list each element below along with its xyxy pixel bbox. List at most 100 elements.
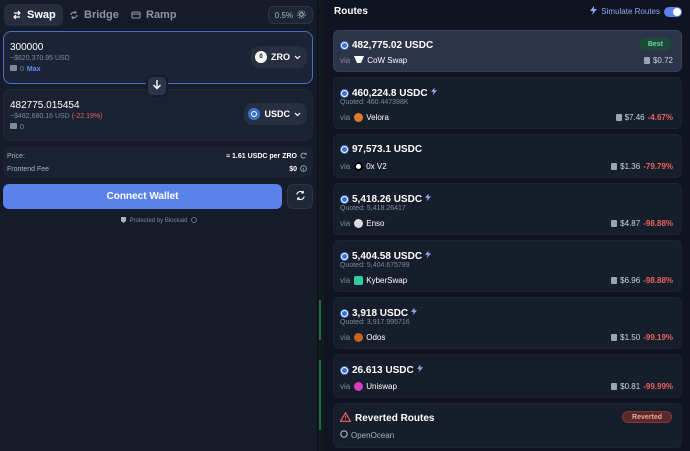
tab-bridge[interactable]: Bridge bbox=[68, 4, 119, 26]
pay-balance-value: 0 bbox=[20, 65, 24, 73]
gas-pump-icon bbox=[611, 334, 618, 341]
route-gas: $0.72 bbox=[643, 56, 673, 65]
refresh-quotes-button[interactable] bbox=[287, 184, 313, 209]
zerox-icon bbox=[354, 162, 364, 171]
usdc-icon bbox=[340, 145, 349, 154]
route-amount-text: 97,573.1 USDC bbox=[352, 144, 423, 155]
usdc-icon bbox=[340, 41, 349, 50]
lightning-icon bbox=[425, 193, 432, 205]
route-card[interactable]: 460,224.8 USDC Quoted: 460.447398K via Ve… bbox=[333, 77, 682, 129]
enso-icon bbox=[354, 219, 364, 228]
gas-value: $0.72 bbox=[652, 56, 673, 65]
slippage-button[interactable]: 0.5% bbox=[267, 6, 313, 24]
route-card[interactable]: 5,404.58 USDC Quoted: 5,404.675789 via Ky… bbox=[333, 240, 682, 292]
route-provider: Odos bbox=[354, 333, 385, 342]
route-quoted: Quoted: 3,917.995716 bbox=[340, 319, 410, 326]
info-icon[interactable] bbox=[190, 217, 197, 225]
route-amount-text: 482,775.02 USDC bbox=[352, 40, 434, 51]
route-card[interactable]: 5,418.26 USDC Quoted: 5,418.26417 via Ens… bbox=[333, 183, 682, 235]
max-button[interactable]: Max bbox=[27, 66, 41, 73]
receive-amount: 482775.015454 bbox=[10, 100, 80, 111]
receive-balance-value: 0 bbox=[20, 123, 24, 131]
via-label: via bbox=[340, 276, 351, 285]
gas-value: $6.96 bbox=[620, 276, 641, 285]
route-via: via Uniswap bbox=[340, 382, 397, 391]
wallet-icon bbox=[10, 65, 17, 73]
route-provider: KyberSwap bbox=[354, 276, 407, 285]
gas-value: $1.36 bbox=[620, 162, 641, 171]
route-amount: 97,573.1 USDC bbox=[340, 144, 422, 155]
lightning-icon bbox=[430, 87, 437, 99]
route-amount: 5,418.26 USDC bbox=[340, 193, 432, 205]
simulate-routes-toggle[interactable]: Simulate Routes bbox=[590, 6, 682, 17]
switch-direction-button[interactable] bbox=[146, 75, 168, 97]
route-card[interactable]: 482,775.02 USDC Best via CoW Swap $0.72 bbox=[333, 30, 682, 72]
lightning-icon bbox=[425, 250, 432, 262]
frontend-fee-value-wrap: $0 bbox=[289, 164, 307, 174]
frontend-fee-label: Frontend Fee bbox=[7, 165, 50, 173]
route-via: via KyberSwap bbox=[340, 276, 407, 285]
reverted-provider-name: OpenOcean bbox=[351, 430, 395, 440]
gas-value: $1.50 bbox=[620, 333, 641, 342]
route-amount: 3,918 USDC bbox=[340, 307, 418, 319]
route-card[interactable]: 3,918 USDC Quoted: 3,917.995716 via Odos … bbox=[333, 297, 682, 349]
route-amount-text: 460,224.8 USDC bbox=[352, 87, 428, 99]
tab-ramp[interactable]: Ramp bbox=[130, 4, 177, 26]
chevron-down-icon bbox=[294, 52, 301, 62]
reverted-title: Reverted Routes bbox=[339, 411, 435, 425]
tab-swap[interactable]: Swap bbox=[4, 4, 63, 26]
uniswap-icon bbox=[354, 382, 364, 391]
simulate-routes-label: Simulate Routes bbox=[601, 7, 660, 16]
provider-name: CoW Swap bbox=[367, 56, 408, 65]
info-icon[interactable] bbox=[300, 164, 307, 174]
price-impact: (-22.19%) bbox=[71, 113, 103, 120]
route-card[interactable]: 26.613 USDC via Uniswap $0.81 -99.99% bbox=[333, 354, 682, 398]
refresh-icon bbox=[295, 188, 306, 206]
bridge-icon bbox=[68, 9, 80, 21]
reverted-routes-card[interactable]: Reverted Routes Reverted OpenOcean bbox=[333, 403, 682, 448]
route-diff-pct: -4.67% bbox=[647, 113, 673, 122]
route-via: via Enso bbox=[340, 219, 384, 228]
pay-token-selector[interactable]: 0 ZRO bbox=[251, 46, 307, 68]
warning-icon bbox=[339, 411, 352, 425]
velora-icon bbox=[354, 113, 364, 122]
receive-token-selector[interactable]: USDC bbox=[244, 103, 307, 125]
route-diff-pct: -98.88% bbox=[643, 276, 673, 285]
via-label: via bbox=[340, 219, 351, 228]
route-amount-text: 5,404.58 USDC bbox=[352, 250, 423, 262]
route-diff-pct: -99.99% bbox=[643, 382, 673, 391]
routes-title: Routes bbox=[334, 6, 368, 17]
route-amount: 460,224.8 USDC bbox=[340, 87, 437, 99]
ramp-icon bbox=[130, 9, 142, 21]
connect-wallet-button[interactable]: Connect Wallet bbox=[3, 184, 282, 209]
gas-pump-icon bbox=[611, 220, 618, 227]
route-card[interactable]: 97,573.1 USDC via 0x V2 $1.36 -79.79% bbox=[333, 134, 682, 178]
route-amount: 5,404.58 USDC bbox=[340, 250, 432, 262]
route-quoted: Quoted: 460.447398K bbox=[340, 99, 409, 106]
route-amount: 26.613 USDC bbox=[340, 364, 423, 376]
lightning-icon bbox=[411, 307, 418, 319]
reverted-title-text: Reverted Routes bbox=[355, 413, 435, 424]
route-diff-pct: -98.88% bbox=[643, 219, 673, 228]
route-diff-pct: -99.19% bbox=[643, 333, 673, 342]
routes-panel: Routes Simulate Routes 482,775.02 USDC B… bbox=[324, 0, 690, 451]
route-gas: $0.81 -99.99% bbox=[611, 382, 673, 391]
swap-arrows-icon bbox=[11, 9, 23, 21]
price-value: ≈ 1.61 USDC per ZRO bbox=[226, 152, 297, 160]
refresh-small-icon[interactable] bbox=[300, 152, 307, 161]
route-via: via Odos bbox=[340, 333, 385, 342]
cow-swap-icon bbox=[354, 56, 365, 65]
arrow-down-icon bbox=[152, 77, 162, 95]
receive-usd-text: ~$482,680.16 USD bbox=[10, 113, 70, 120]
gas-value: $0.81 bbox=[620, 382, 641, 391]
kyberswap-icon bbox=[354, 276, 364, 285]
provider-name: Odos bbox=[366, 333, 386, 342]
tab-swap-label: Swap bbox=[27, 9, 56, 21]
route-provider: Velora bbox=[354, 113, 389, 122]
pay-amount-input[interactable]: 300000 bbox=[10, 42, 43, 53]
route-diff-pct: -79.79% bbox=[643, 162, 673, 171]
gas-value: $7.46 bbox=[624, 113, 645, 122]
usdc-icon bbox=[340, 88, 349, 98]
toggle-switch[interactable] bbox=[664, 6, 682, 17]
swap-panel: Swap Bridge Ramp 0.5% 300000 ~$620,370.9… bbox=[0, 0, 318, 451]
